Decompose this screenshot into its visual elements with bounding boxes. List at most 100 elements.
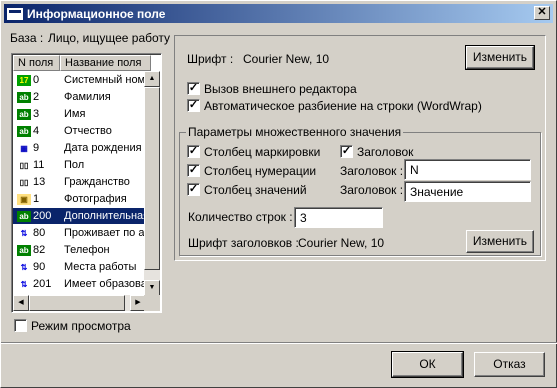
text-field-icon: ab xyxy=(17,244,31,256)
list-item[interactable]: ab 82 Телефон xyxy=(13,242,150,258)
font-change-button[interactable]: Изменить xyxy=(465,45,535,70)
number-header-input[interactable]: N xyxy=(404,159,531,180)
rows-count-input[interactable]: 3 xyxy=(294,207,383,228)
list-item[interactable]: ⇅ 80 Проживает по а xyxy=(13,225,150,241)
list-item[interactable]: ab 200 Дополнительная xyxy=(13,208,150,224)
scroll-up-icon[interactable]: ▲ xyxy=(144,71,160,87)
values-header-input[interactable]: Значение xyxy=(404,181,531,202)
column-header-name[interactable]: Название поля xyxy=(60,55,151,71)
footer-separator xyxy=(1,342,557,344)
list-item[interactable]: ▯▯ 11 Пол xyxy=(13,157,150,173)
header-font-label: Шрифт заголовков : xyxy=(188,236,299,250)
field-number: 4 xyxy=(33,125,40,137)
horizontal-scroll-thumb[interactable] xyxy=(29,295,125,311)
scroll-left-icon[interactable]: ◀ xyxy=(13,295,29,311)
field-number: 90 xyxy=(33,261,46,273)
field-name: Дополнительная xyxy=(64,210,150,222)
field-name: Дата рождения xyxy=(64,142,142,154)
values-column-checkbox[interactable]: ✓ xyxy=(187,183,200,196)
title-bar[interactable]: Информационное поле ✕ xyxy=(4,4,553,23)
base-label: База : xyxy=(10,31,44,45)
date-field-icon: ▦ xyxy=(17,142,31,154)
field-name: Места работы xyxy=(64,261,137,273)
list-item[interactable]: ab 4 Отчество xyxy=(13,123,150,139)
link-field-icon: ⇅ xyxy=(17,227,31,239)
list-item[interactable]: ⇅ 90 Места работы xyxy=(13,259,150,275)
numeric-field-icon: 17 xyxy=(17,74,31,86)
vertical-scrollbar[interactable]: ▲ ▼ xyxy=(144,71,160,296)
view-mode-label: Режим просмотра xyxy=(31,319,131,333)
header-font-change-button[interactable]: Изменить xyxy=(466,230,534,253)
values-column-label: Столбец значений xyxy=(204,183,307,197)
wordwrap-label: Автоматическое разбиение на строки (Word… xyxy=(204,99,482,113)
rows-count-label: Количество строк : xyxy=(188,210,293,224)
number-header-label: Заголовок : xyxy=(340,164,404,178)
field-name: Проживает по а xyxy=(64,227,145,239)
ok-button[interactable]: ОК xyxy=(391,351,464,378)
scroll-down-icon[interactable]: ▼ xyxy=(144,280,160,296)
number-column-checkbox[interactable]: ✓ xyxy=(187,164,200,177)
field-name: Фамилия xyxy=(64,91,111,103)
link-field-icon: ⇅ xyxy=(17,278,31,290)
number-column-label: Столбец нумерации xyxy=(204,164,317,178)
view-mode-checkbox[interactable] xyxy=(14,319,27,332)
field-name: Пол xyxy=(64,159,85,171)
field-name: Системный ном xyxy=(64,74,146,86)
list-item[interactable]: 17 0 Системный ном xyxy=(13,72,150,88)
font-value: Courier New, 10 xyxy=(243,52,330,66)
field-number: 9 xyxy=(33,142,40,154)
column-header-number[interactable]: N поля xyxy=(13,55,60,71)
image-field-icon: ▣ xyxy=(17,193,31,205)
font-label: Шрифт : xyxy=(187,52,234,66)
vertical-scroll-thumb[interactable] xyxy=(144,87,160,270)
base-value: Лицо, ищущее работу xyxy=(48,31,171,45)
header-checkbox[interactable]: ✓ xyxy=(340,145,353,158)
external-editor-checkbox[interactable]: ✓ xyxy=(187,82,200,95)
field-name: Гражданство xyxy=(64,176,130,188)
header-label: Заголовок xyxy=(357,145,414,159)
field-number: 11 xyxy=(33,159,45,171)
text-field-icon: ab xyxy=(17,108,31,120)
dictionary-field-icon: ▯▯ xyxy=(17,176,31,188)
external-editor-label: Вызов внешнего редактора xyxy=(204,82,357,96)
field-number: 13 xyxy=(33,176,46,188)
dictionary-field-icon: ▯▯ xyxy=(17,159,31,171)
list-item[interactable]: ab 2 Фамилия xyxy=(13,89,150,105)
text-field-icon: ab xyxy=(17,210,31,222)
text-field-icon: ab xyxy=(17,91,31,103)
text-field-icon: ab xyxy=(17,125,31,137)
field-name: Имеет образова xyxy=(64,278,147,290)
scroll-corner xyxy=(144,295,160,311)
marker-column-label: Столбец маркировки xyxy=(204,145,321,159)
field-number: 0 xyxy=(33,74,40,86)
field-name: Телефон xyxy=(64,244,110,256)
field-number: 200 xyxy=(33,210,52,222)
field-name: Фотография xyxy=(64,193,127,205)
list-item[interactable]: ▯▯ 13 Гражданство xyxy=(13,174,150,190)
close-icon[interactable]: ✕ xyxy=(534,6,550,20)
field-number: 82 xyxy=(33,244,46,256)
window-icon xyxy=(7,7,23,20)
fields-list[interactable]: N поля Название поля 17 0 Системный ном ab 2… xyxy=(11,53,162,313)
window-title: Информационное поле xyxy=(27,6,166,21)
list-item[interactable]: ⇅ 201 Имеет образова xyxy=(13,276,150,292)
field-number: 80 xyxy=(33,227,46,239)
header-font-value: Courier New, 10 xyxy=(298,236,385,250)
dialog-window: Информационное поле ✕ База : Лицо, ищуще… xyxy=(0,0,557,388)
field-number: 201 xyxy=(33,278,52,290)
list-item[interactable]: ▣ 1 Фотография xyxy=(13,191,150,207)
field-name: Отчество xyxy=(64,125,112,137)
list-item[interactable]: ab 3 Имя xyxy=(13,106,150,122)
marker-column-checkbox[interactable]: ✓ xyxy=(187,145,200,158)
field-number: 2 xyxy=(33,91,40,103)
wordwrap-checkbox[interactable]: ✓ xyxy=(187,99,200,112)
field-number: 1 xyxy=(33,193,40,205)
cancel-button[interactable]: Отказ xyxy=(474,352,545,377)
field-name: Имя xyxy=(64,108,86,120)
horizontal-scrollbar[interactable]: ◀ ▶ xyxy=(13,295,146,311)
link-field-icon: ⇅ xyxy=(17,261,31,273)
list-item[interactable]: ▦ 9 Дата рождения xyxy=(13,140,150,156)
multi-value-group-title: Параметры множественного значения xyxy=(186,125,404,139)
field-number: 3 xyxy=(33,108,40,120)
values-header-label: Заголовок : xyxy=(340,183,404,197)
